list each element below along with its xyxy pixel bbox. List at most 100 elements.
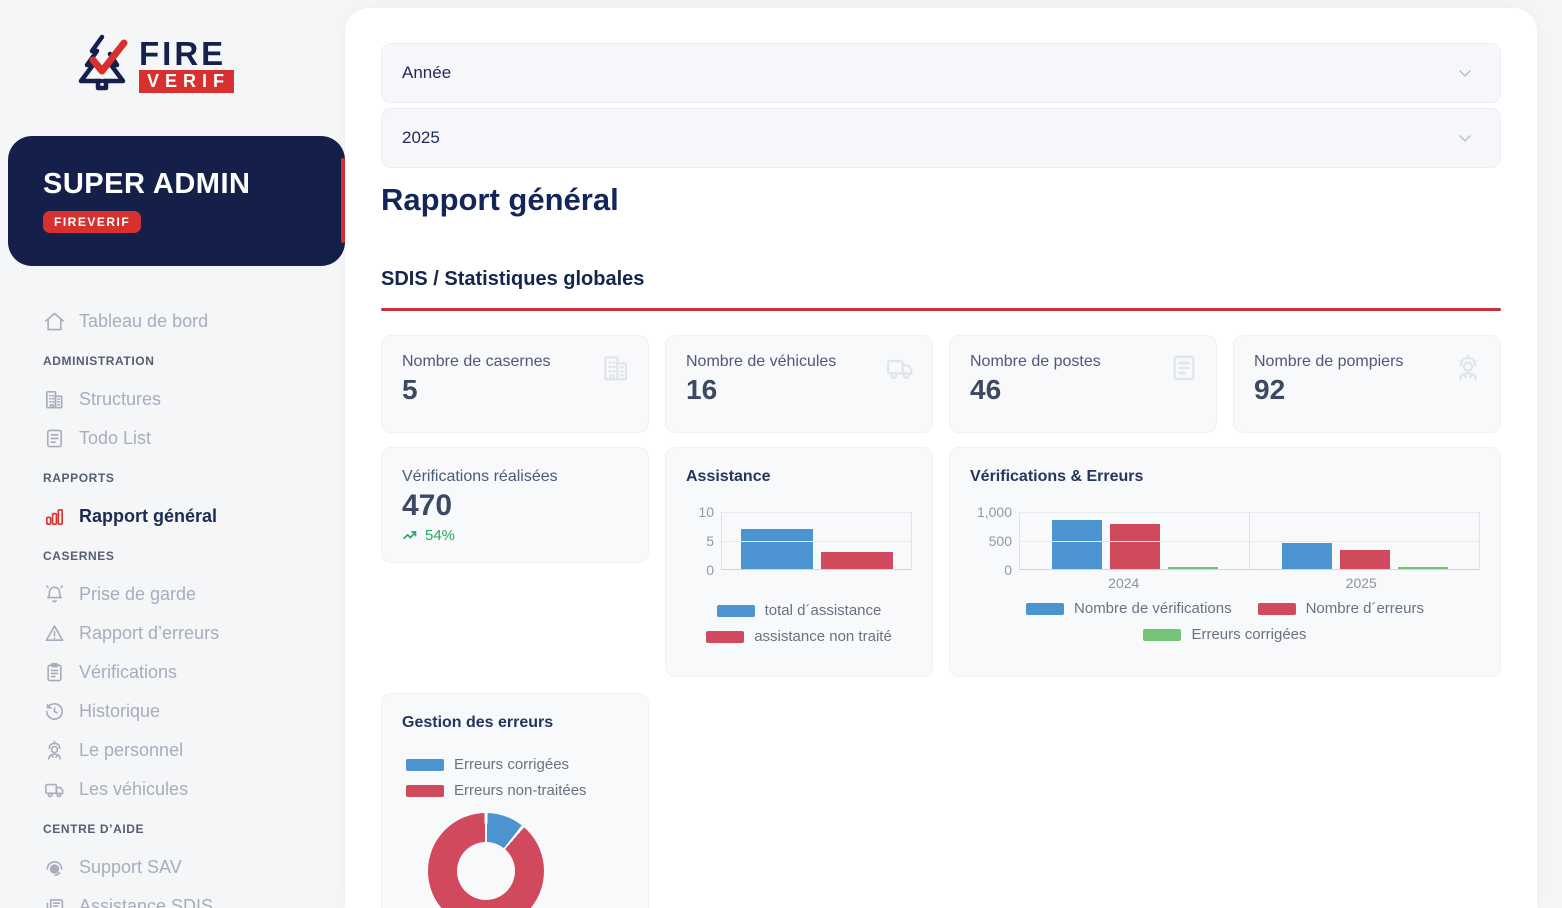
truck-icon	[884, 352, 916, 384]
sidebar-item-label: Structures	[79, 389, 161, 410]
bar-total-d´assistance	[741, 529, 813, 569]
bar-assistance-non-traité	[821, 552, 893, 569]
chart-title: Assistance	[686, 468, 912, 486]
logo-verif-text: VERIF	[139, 70, 234, 93]
sidebar-item-assistance-sdis[interactable]: Assistance SDIS	[0, 887, 345, 908]
legend-row: Erreurs corrigées	[406, 756, 569, 773]
legend-row: assistance non traité	[706, 628, 892, 645]
verifications-erreurs-chart-legend: Nombre de vérifications Nombre d´erreursE…	[970, 600, 1480, 643]
stat-card-value: 16	[686, 374, 914, 406]
legend-label: Nombre de vérifications	[1074, 600, 1232, 617]
sidebar-item-le-personnel[interactable]: Le personnel	[0, 731, 345, 770]
sidebar-item-label: Les véhicules	[79, 779, 188, 800]
legend-row: Erreurs corrigées	[1143, 626, 1306, 643]
donut-row: Gestion des erreurs Erreurs corrigées Err…	[381, 693, 1501, 908]
gridline	[1020, 512, 1479, 513]
clipboard-icon	[43, 661, 66, 684]
nav-section-header: CENTRE D’AIDE	[0, 809, 345, 848]
stats-grid: Nombre de casernes 5 Nombre de véhicules 16…	[381, 335, 1501, 433]
stat-card-label: Nombre de pompiers	[1254, 353, 1482, 371]
legend-label: Erreurs non-traitées	[454, 782, 587, 799]
sidebar-item-support-sav[interactable]: Support SAV	[0, 848, 345, 887]
todo-icon	[1168, 352, 1200, 384]
sidebar-item-label: Vérifications	[79, 662, 177, 683]
page-title: Rapport général	[381, 182, 1501, 218]
sidebar-item-les-vehicules[interactable]: Les véhicules	[0, 770, 345, 809]
kpi-trend: 54%	[402, 527, 628, 544]
sidebar-item-rapport-general[interactable]: Rapport général	[0, 497, 345, 536]
sidebar-item-label: Todo List	[79, 428, 151, 449]
chart-title: Vérifications & Erreurs	[970, 468, 1480, 486]
stat-card-value: 46	[970, 374, 1198, 406]
legend-swatch	[717, 605, 755, 617]
buildings-icon	[600, 352, 632, 384]
verifications-erreurs-chart-card: Vérifications & Erreurs 1,0005000 202420…	[949, 447, 1501, 677]
profile-name: SUPER ADMIN	[43, 168, 345, 201]
app-logo[interactable]: FIRE VERIF	[73, 33, 345, 98]
legend-swatch	[1143, 629, 1181, 641]
legend-item: total d´assistance	[717, 602, 882, 619]
donut-hole	[457, 842, 515, 900]
sidebar-item-label: Le personnel	[79, 740, 183, 761]
legend-label: Nombre d´erreurs	[1306, 600, 1424, 617]
gridline	[722, 512, 911, 513]
sidebar-item-label: Rapport d’erreurs	[79, 623, 219, 644]
firefighter-icon	[43, 739, 66, 762]
legend-swatch	[406, 785, 444, 797]
nav-section-header: RAPPORTS	[0, 458, 345, 497]
sidebar-item-label: Rapport général	[79, 506, 217, 527]
bar-Erreurs-corrigées	[1398, 567, 1448, 569]
firefighter-icon	[1452, 352, 1484, 384]
bar-Nombre-d´erreurs	[1340, 550, 1390, 569]
headset-icon	[43, 856, 66, 879]
sidebar-item-todo-list[interactable]: Todo List	[0, 419, 345, 458]
verifications-kpi-card: Vérifications réalisées 470 54%	[381, 447, 649, 563]
stat-card-value: 5	[402, 374, 630, 406]
stat-card-label: Nombre de véhicules	[686, 353, 914, 371]
buildings-icon	[43, 388, 66, 411]
legend-label: assistance non traité	[754, 628, 892, 645]
trending-up-icon	[402, 527, 419, 544]
sidebar-item-label: Historique	[79, 701, 160, 722]
sidebar: FIRE VERIF SUPER ADMIN FIREVERIF Tableau…	[0, 0, 345, 908]
todo-icon	[43, 427, 66, 450]
year-filter-value: 2025	[402, 128, 440, 148]
home-icon	[43, 310, 66, 333]
sidebar-item-verifications[interactable]: Vérifications	[0, 653, 345, 692]
stat-card-pompiers: Nombre de pompiers92	[1233, 335, 1501, 433]
y-axis-tick: 0	[706, 562, 714, 578]
legend-swatch	[406, 759, 444, 771]
legend-item: Nombre d´erreurs	[1258, 600, 1424, 617]
legend-swatch	[1258, 603, 1296, 615]
verifications-erreurs-bar-chart: 1,0005000	[970, 512, 1480, 570]
y-axis-tick: 5	[706, 533, 714, 549]
app-logo-text: FIRE VERIF	[139, 38, 234, 93]
sidebar-item-rapport-derreurs[interactable]: Rapport d’erreurs	[0, 614, 345, 653]
kpi-trend-value: 54%	[425, 527, 455, 544]
assistance-chart-card: Assistance 1050 total d´assistanceassist…	[665, 447, 933, 677]
chevron-down-icon	[1455, 63, 1475, 83]
sidebar-item-historique[interactable]: Historique	[0, 692, 345, 731]
stat-card-label: Nombre de postes	[970, 353, 1198, 371]
stat-card-label: Nombre de casernes	[402, 353, 630, 371]
chart-title: Gestion des erreurs	[402, 714, 628, 732]
nav-section-header: CASERNES	[0, 536, 345, 575]
legend-item: Nombre de vérifications	[1026, 600, 1232, 617]
x-axis-tick: 2025	[1243, 575, 1481, 591]
gridline	[1020, 541, 1479, 542]
legend-item: assistance non traité	[706, 628, 892, 645]
year-filter-value-dropdown[interactable]: 2025	[381, 108, 1501, 168]
sidebar-item-prise-de-garde[interactable]: Prise de garde	[0, 575, 345, 614]
nav-section-header: ADMINISTRATION	[0, 341, 345, 380]
year-filter-label-dropdown[interactable]: Année	[381, 43, 1501, 103]
sidebar-item-tableau-de-bord[interactable]: Tableau de bord	[0, 302, 345, 341]
legend-row: Erreurs non-traitées	[406, 782, 587, 799]
sidebar-item-label: Support SAV	[79, 857, 182, 878]
bar-Nombre-de-vérifications	[1052, 520, 1102, 569]
sidebar-item-label: Assistance SDIS	[79, 896, 213, 908]
x-axis-labels: 20242025	[1005, 575, 1480, 591]
sidebar-item-label: Prise de garde	[79, 584, 196, 605]
sidebar-item-structures[interactable]: Structures	[0, 380, 345, 419]
bar-Nombre-de-vérifications	[1282, 543, 1332, 569]
sidebar-item-label: Tableau de bord	[79, 311, 208, 332]
